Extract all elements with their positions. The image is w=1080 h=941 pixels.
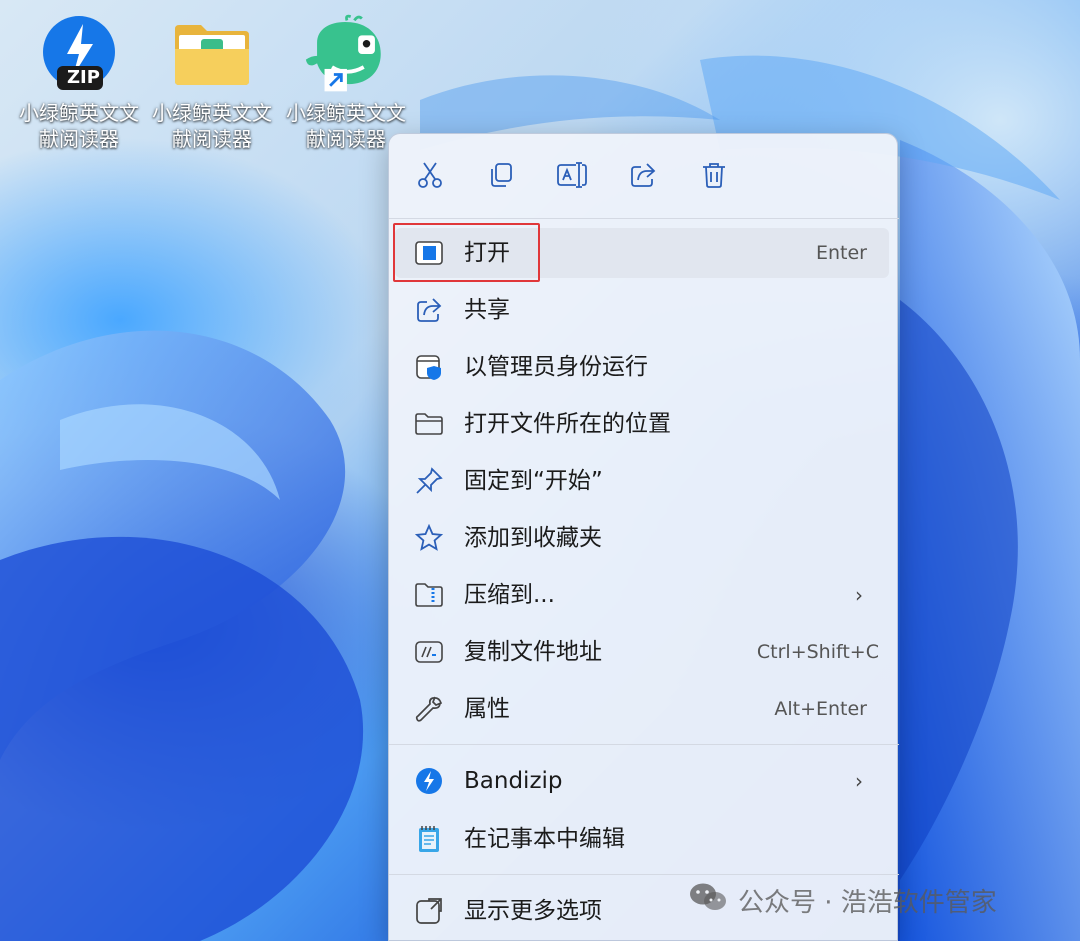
watermark: 公众号 · 浩浩软件管家 [688, 878, 997, 922]
menu-item-label: 压缩到... [464, 582, 555, 608]
menu-item-pin-to-start[interactable]: 固定到“开始” [395, 456, 889, 506]
chevron-right-icon: › [855, 769, 863, 793]
highlight-box [393, 223, 540, 282]
menu-item-open-location[interactable]: 打开文件所在的位置 [395, 399, 889, 449]
folder-icon [170, 12, 254, 96]
chevron-right-icon: › [855, 583, 863, 607]
watermark-text: 公众号 · 浩浩软件管家 [738, 887, 997, 918]
zip-folder-icon [415, 581, 443, 609]
desktop-icon-zip[interactable]: ZIP 小绿鲸英文文献阅读器 [13, 12, 145, 162]
desktop-icon-folder[interactable]: 小绿鲸英文文献阅读器 [146, 12, 278, 162]
copy-icon [487, 161, 515, 193]
menu-item-shortcut: Ctrl+Shift+C [756, 641, 879, 663]
menu-item-label: 在记事本中编辑 [464, 826, 625, 852]
menu-item-compress-to[interactable]: 压缩到... › [395, 570, 889, 620]
menu-item-copy-path[interactable]: 复制文件地址 Ctrl+Shift+C [395, 627, 889, 677]
desktop-icon-label: 小绿鲸英文文献阅读器 [152, 101, 272, 151]
notepad-icon [415, 825, 443, 853]
folder-icon [415, 410, 443, 438]
menu-item-share[interactable]: 共享 [395, 285, 889, 335]
menu-divider [389, 874, 899, 875]
delete-button[interactable] [691, 154, 737, 200]
cut-button[interactable] [407, 154, 453, 200]
copy-button[interactable] [478, 154, 524, 200]
menu-divider [389, 218, 899, 219]
trash-icon [700, 161, 728, 193]
menu-item-label: 添加到收藏夹 [464, 525, 602, 551]
zip-badge: ZIP [67, 67, 100, 88]
rename-button[interactable] [549, 154, 595, 200]
menu-item-label: 固定到“开始” [464, 468, 603, 494]
wechat-icon [688, 881, 728, 920]
menu-item-run-as-admin[interactable]: 以管理员身份运行 [395, 342, 889, 392]
rename-icon [556, 161, 588, 193]
menu-item-label: 共享 [464, 297, 510, 323]
menu-item-bandizip[interactable]: Bandizip › [395, 756, 889, 806]
menu-item-shortcut: Alt+Enter [774, 698, 867, 720]
menu-divider [389, 744, 899, 745]
share-icon [629, 161, 657, 193]
whale-app-icon [304, 12, 388, 96]
copy-path-icon [415, 638, 443, 666]
bandizip-icon [415, 767, 443, 795]
menu-item-label: 以管理员身份运行 [464, 354, 648, 380]
context-menu-toolbar [389, 134, 899, 218]
scissors-icon [416, 161, 444, 193]
pin-icon [415, 467, 443, 495]
menu-item-add-favorites[interactable]: 添加到收藏夹 [395, 513, 889, 563]
share-button[interactable] [620, 154, 666, 200]
menu-item-label: 复制文件地址 [464, 639, 602, 665]
bandizip-archive-icon: ZIP [37, 12, 121, 96]
star-icon [415, 524, 443, 552]
more-options-icon [415, 897, 443, 925]
menu-item-label: 显示更多选项 [464, 898, 602, 924]
menu-item-edit-notepad[interactable]: 在记事本中编辑 [395, 814, 889, 864]
menu-item-shortcut: Enter [816, 242, 867, 264]
desktop-icon-label: 小绿鲸英文文献阅读器 [19, 101, 139, 151]
menu-item-label: 属性 [464, 696, 510, 722]
admin-shield-icon [415, 353, 443, 381]
menu-item-properties[interactable]: 属性 Alt+Enter [395, 684, 889, 734]
share-icon [415, 296, 443, 324]
menu-item-label: Bandizip [464, 768, 563, 794]
menu-item-label: 打开文件所在的位置 [464, 411, 671, 437]
wrench-icon [415, 695, 443, 723]
